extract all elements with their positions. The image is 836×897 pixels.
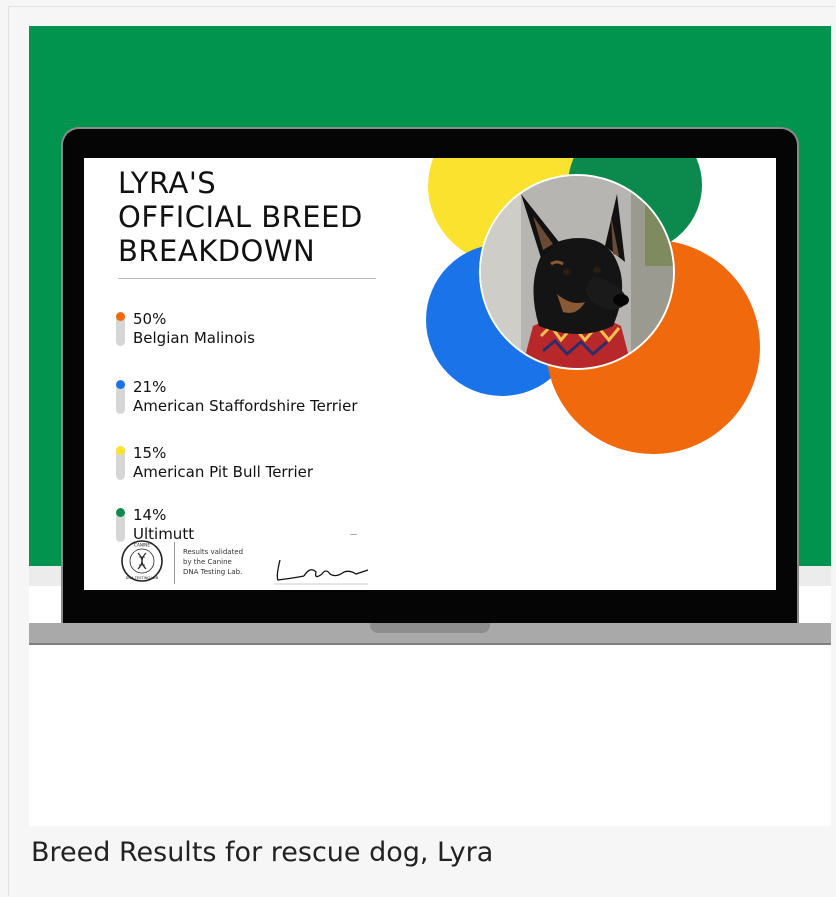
- breed-name: American Staffordshire Terrier: [133, 397, 358, 415]
- breed-percent: 50%: [133, 310, 167, 328]
- lab-logo-text: CANINE: [134, 543, 150, 548]
- breed-item: 21% American Staffordshire Terrier: [116, 378, 456, 420]
- lab-validation-text: Results validated by the Canine DNA Test…: [183, 547, 263, 577]
- figure-caption: Breed Results for rescue dog, Lyra: [31, 837, 494, 868]
- report-title-line-3: BREAKDOWN: [118, 234, 316, 268]
- lab-divider: [174, 542, 175, 584]
- svg-text:DNA TESTING LAB: DNA TESTING LAB: [126, 576, 159, 580]
- breed-name: Belgian Malinois: [133, 329, 255, 347]
- figure-image: LYRA'S OFFICIAL BREED BREAKDOWN 50% Belg…: [29, 26, 831, 826]
- figure-frame: LYRA'S OFFICIAL BREED BREAKDOWN 50% Belg…: [8, 6, 834, 896]
- report-title-line-1: LYRA'S: [118, 166, 217, 200]
- decorative-dash: [350, 534, 357, 535]
- breed-percent-bar: [116, 312, 125, 346]
- laptop-screen: LYRA'S OFFICIAL BREED BREAKDOWN 50% Belg…: [84, 158, 776, 590]
- dog-photo: [479, 174, 675, 370]
- breed-item: 14% Ultimutt: [116, 506, 456, 548]
- breed-item: 50% Belgian Malinois: [116, 310, 456, 352]
- report-title: LYRA'S OFFICIAL BREED BREAKDOWN: [118, 166, 363, 268]
- validation-line-3: DNA Testing Lab.: [183, 568, 243, 576]
- validation-line-1: Results validated: [183, 548, 244, 556]
- breed-percent-fill: [116, 380, 125, 389]
- breed-percent-fill: [116, 446, 125, 455]
- breed-percent-fill: [116, 312, 125, 321]
- breed-percent: 21%: [133, 378, 167, 396]
- breed-item: 15% American Pit Bull Terrier: [116, 444, 456, 486]
- signature-image: [274, 559, 369, 585]
- breed-percent: 15%: [133, 444, 167, 462]
- laptop-hinge-notch: [370, 623, 490, 633]
- breed-name: American Pit Bull Terrier: [133, 463, 314, 481]
- breed-percent-fill: [116, 508, 125, 517]
- report-title-line-2: OFFICIAL BREED: [118, 200, 363, 234]
- breed-percent-bar: [116, 380, 125, 414]
- dog-portrait-image: [481, 176, 673, 368]
- validation-line-2: by the Canine: [183, 558, 232, 566]
- dna-helix-seal-icon: CANINE DNA TESTING LAB: [121, 540, 163, 582]
- breed-percent: 14%: [133, 506, 167, 524]
- breed-percent-bar: [116, 508, 125, 542]
- title-divider: [118, 278, 376, 279]
- breed-percent-bar: [116, 446, 125, 480]
